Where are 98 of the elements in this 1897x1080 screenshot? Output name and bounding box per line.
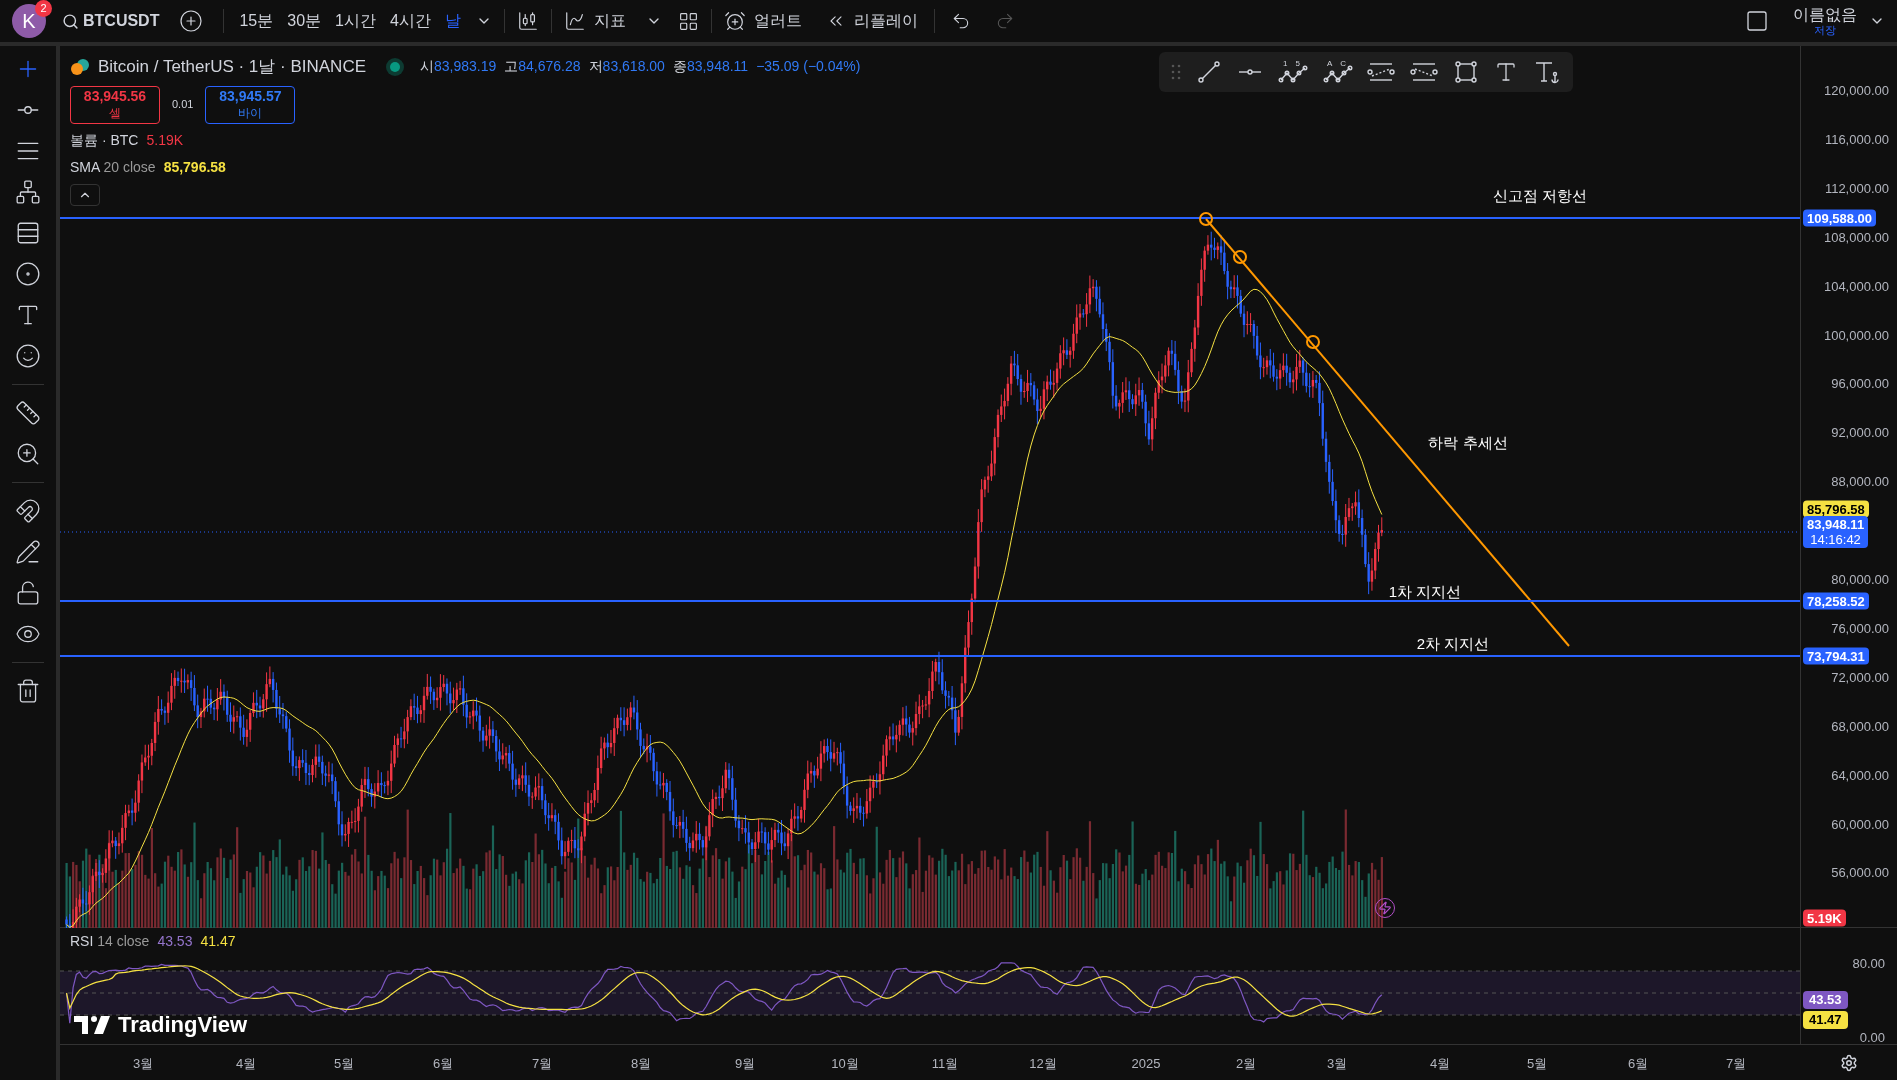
- time-tick: 3월: [132, 1055, 154, 1073]
- price-tick: 76,000.00: [1831, 620, 1889, 639]
- price-tick: 88,000.00: [1831, 473, 1889, 492]
- ohlc-value: 저83,618.00: [588, 57, 665, 77]
- interval-button[interactable]: 30분: [280, 9, 329, 33]
- time-tick: 2025: [1131, 1055, 1161, 1073]
- price-tick: 116,000.00: [1824, 131, 1889, 150]
- coin-icon: [70, 57, 90, 76]
- price-tick: 80,000.00: [1831, 571, 1889, 590]
- time-tick: 12월: [1029, 1055, 1057, 1073]
- time-tick: 3월: [1326, 1055, 1348, 1073]
- price-tick: 120,000.00: [1823, 82, 1889, 101]
- price-badge: 85,796.58: [1803, 500, 1869, 518]
- sma-value: 85,796.58: [163, 157, 226, 177]
- symbol-search-button[interactable]: BTCUSDT: [58, 9, 164, 33]
- time-tick: 6월: [1627, 1055, 1649, 1073]
- price-tick: 64,000.00: [1831, 766, 1889, 785]
- drawing-label: 신고점 저항선: [1492, 185, 1588, 206]
- zoom-in-icon[interactable]: [15, 441, 41, 467]
- symbol-title[interactable]: Bitcoin / TetherUS · 1날 · BINANCE: [98, 54, 366, 80]
- spread-value: 0.01: [172, 97, 194, 113]
- volume-label: 볼륨 · BTC: [70, 130, 139, 150]
- smiley-icon[interactable]: [15, 343, 41, 369]
- price-tick: 60,000.00: [1831, 815, 1889, 834]
- time-tick: 5월: [1526, 1055, 1548, 1073]
- rsi-badge: 43.53: [1803, 991, 1848, 1009]
- interval-button[interactable]: 15분: [232, 9, 281, 33]
- tradingview-logo-icon: [74, 1015, 110, 1034]
- ohlc-value: 종83,948.11: [672, 57, 749, 77]
- time-tick: 2월: [1235, 1055, 1257, 1073]
- rsi-tick: 0.00: [1859, 1029, 1885, 1047]
- time-tick: 7월: [1725, 1055, 1747, 1073]
- drawing-label: 1차 지지선: [1388, 581, 1462, 602]
- text-icon[interactable]: [1494, 60, 1518, 84]
- rectangle-icon[interactable]: [1453, 59, 1480, 85]
- alert-button[interactable]: 얼러트: [723, 9, 802, 33]
- chart-icon: [563, 10, 586, 32]
- search-icon: [62, 12, 79, 30]
- price-tick: 56,000.00: [1831, 864, 1889, 883]
- price-tick: 72,000.00: [1831, 669, 1889, 688]
- candlestick-icon[interactable]: [516, 10, 539, 32]
- price-badge: 73,794.31: [1803, 647, 1869, 665]
- ohlc-value: 시83,983.19: [420, 57, 497, 77]
- collapse-button[interactable]: [70, 183, 100, 206]
- rsi-label: RSI 14 close: [70, 932, 150, 951]
- pencil-icon[interactable]: [15, 539, 41, 565]
- layout-name[interactable]: 이름없음: [1793, 6, 1857, 23]
- price-badge: 5.19K: [1803, 909, 1846, 927]
- sell-button[interactable]: 83,945.56 셀: [70, 85, 160, 124]
- add-symbol-icon[interactable]: [179, 9, 204, 33]
- trash-icon[interactable]: [15, 678, 41, 704]
- price-badge: 83,948.11 14:16:42: [1803, 516, 1869, 548]
- save-status: 저장: [1814, 24, 1836, 36]
- price-tick: 92,000.00: [1831, 424, 1889, 443]
- time-tick: 4월: [1429, 1055, 1451, 1073]
- interval-button[interactable]: 날: [437, 9, 468, 33]
- price-tick: 96,000.00: [1831, 375, 1889, 394]
- sma-label: SMA 20 close: [70, 157, 156, 177]
- time-tick: 11월: [931, 1055, 959, 1073]
- price-badge: 109,588.00: [1803, 209, 1877, 227]
- rsi-tick: 80.00: [1852, 955, 1885, 973]
- alarm-clock-icon: [723, 10, 746, 32]
- rsi-badge: 41.47: [1803, 1011, 1848, 1029]
- price-change: −35.09 (−0.04%): [756, 57, 861, 77]
- rsi-value: 43.53: [157, 932, 193, 951]
- time-tick: 4월: [235, 1055, 257, 1073]
- magnet-icon[interactable]: [15, 498, 41, 524]
- interval-button[interactable]: 1시간: [328, 9, 383, 33]
- interval-button[interactable]: 4시간: [382, 9, 438, 33]
- settings-icon[interactable]: [1839, 1053, 1858, 1072]
- checkbox-icon[interactable]: [1745, 9, 1769, 33]
- time-tick: 9월: [734, 1055, 756, 1073]
- replay-button[interactable]: 리플레이: [825, 9, 918, 33]
- tradingview-wordmark: TradingView: [118, 1011, 248, 1039]
- time-tick: 5월: [333, 1055, 355, 1073]
- grid-icon[interactable]: [677, 10, 699, 32]
- indicators-button[interactable]: 지표: [563, 9, 626, 33]
- volume-value: 5.19K: [146, 130, 184, 150]
- time-tick: 10월: [831, 1055, 859, 1073]
- price-badge: 78,258.52: [1803, 592, 1869, 610]
- ohlc-value: 고84,676.28: [504, 57, 581, 77]
- trend-line-icon[interactable]: [1195, 59, 1222, 85]
- price-tick: 100,000.00: [1823, 326, 1889, 345]
- drag-handle-icon[interactable]: [1171, 63, 1181, 81]
- price-tick: 108,000.00: [1823, 228, 1889, 247]
- buy-button[interactable]: 83,945.57 바이: [205, 85, 296, 124]
- drawing-label: 하락 추세선: [1428, 432, 1508, 453]
- price-tick: 68,000.00: [1831, 717, 1889, 736]
- price-tick: 104,000.00: [1823, 277, 1889, 296]
- price-tick: 112,000.00: [1824, 180, 1889, 199]
- notification-badge: 2: [35, 0, 52, 17]
- lock-icon[interactable]: [15, 580, 41, 606]
- rsi-signal-value: 41.47: [200, 932, 236, 951]
- drawing-label: 2차 지지선: [1416, 633, 1490, 654]
- ruler-icon[interactable]: [15, 400, 41, 426]
- time-tick: 7월: [531, 1055, 553, 1073]
- time-tick: 6월: [432, 1055, 454, 1073]
- time-tick: 8월: [630, 1055, 652, 1073]
